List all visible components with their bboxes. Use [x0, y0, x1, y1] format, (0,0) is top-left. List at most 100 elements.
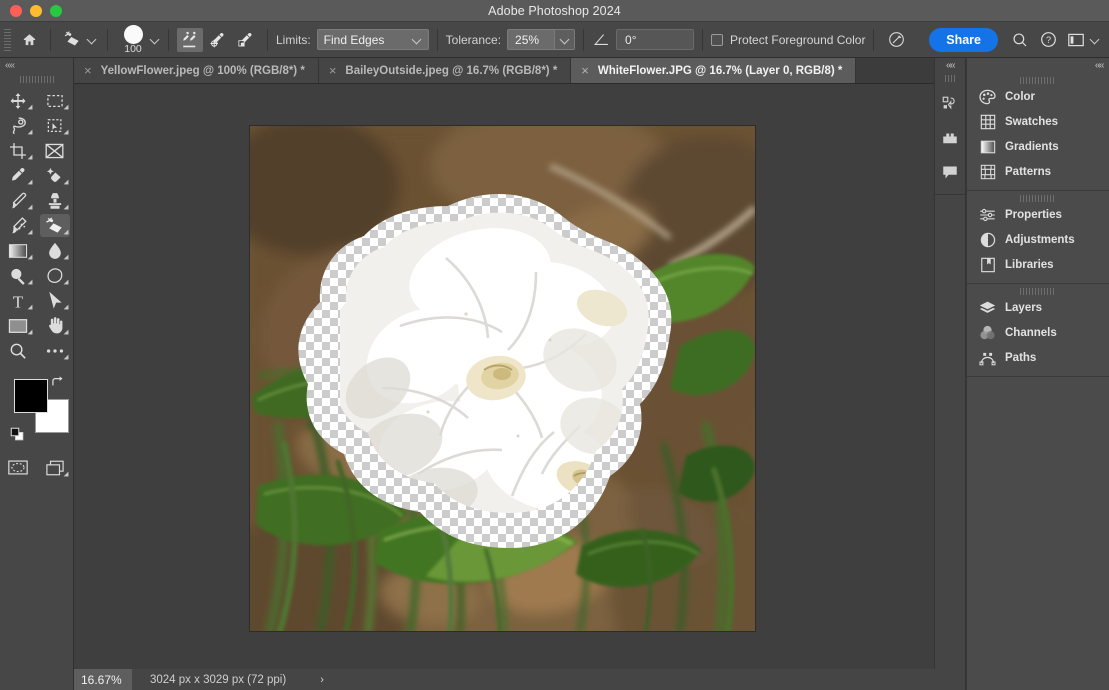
panel-item-color[interactable]: Color: [967, 84, 1109, 109]
tool-blur[interactable]: [37, 238, 74, 263]
toolbox-collapse-button[interactable]: ««: [0, 58, 73, 72]
rail-collapse-button[interactable]: ««: [935, 58, 965, 73]
panel-item-paths[interactable]: Paths: [967, 345, 1109, 370]
document-tab-whiteflower[interactable]: × WhiteFlower.JPG @ 16.7% (Layer 0, RGB/…: [571, 58, 856, 83]
active-tool-preset-picker[interactable]: [59, 29, 99, 50]
angle-control: 0°: [592, 29, 694, 50]
brush-size-picker[interactable]: 100: [116, 25, 160, 55]
panel-item-gradients[interactable]: Gradients: [967, 134, 1109, 159]
tool-object-selection[interactable]: [37, 113, 74, 138]
tool-dodge[interactable]: [0, 263, 37, 288]
document-info-expand-icon[interactable]: ›: [320, 674, 324, 686]
history-panel-rail-button[interactable]: [935, 87, 965, 121]
quick-mask-mode-button[interactable]: [0, 455, 37, 480]
sampling-mode-group: [177, 28, 259, 52]
panel-item-properties[interactable]: Properties: [967, 202, 1109, 227]
image-canvas[interactable]: [250, 126, 755, 631]
frame-tool-icon: [40, 139, 70, 162]
panel-item-label: Paths: [1005, 352, 1036, 364]
tool-preset-chevron-down-icon[interactable]: [87, 35, 97, 45]
protect-foreground-color-control[interactable]: Protect Foreground Color: [711, 33, 865, 47]
close-window-button[interactable]: [10, 5, 22, 17]
tool-spot-healing-brush[interactable]: [37, 163, 74, 188]
comments-panel-rail-button[interactable]: [935, 155, 965, 189]
tool-clone-stamp[interactable]: [37, 188, 74, 213]
sampling-once-button[interactable]: [205, 28, 231, 52]
foreground-color-swatch[interactable]: [14, 379, 48, 413]
panel-group-grip[interactable]: [967, 284, 1109, 295]
document-tab-label: BaileyOutside.jpeg @ 16.7% (RGB/8*) *: [345, 65, 557, 77]
libraries-book-icon: [979, 256, 996, 273]
workspace-switcher-button[interactable]: [1062, 27, 1090, 53]
tool-frame[interactable]: [37, 138, 74, 163]
angle-input[interactable]: 0°: [616, 29, 694, 50]
tool-type[interactable]: T: [0, 288, 37, 313]
panel-group-grip[interactable]: [967, 73, 1109, 84]
panel-item-channels[interactable]: Channels: [967, 320, 1109, 345]
svg-text:?: ?: [1045, 35, 1050, 45]
tool-history-brush[interactable]: [0, 213, 37, 238]
sampling-background-swatch-button[interactable]: [233, 28, 259, 52]
tool-brush[interactable]: [0, 188, 37, 213]
tool-rectangle-shape[interactable]: [0, 313, 37, 338]
zoom-level-field[interactable]: 16.67%: [74, 669, 132, 690]
help-button[interactable]: ?: [1034, 27, 1062, 53]
close-icon[interactable]: ×: [329, 64, 337, 77]
tool-move[interactable]: [0, 88, 37, 113]
home-button[interactable]: [16, 28, 42, 52]
panel-item-label: Channels: [1005, 327, 1057, 339]
options-bar-grip[interactable]: [3, 29, 12, 51]
share-button[interactable]: Share: [929, 28, 998, 52]
document-tab-yellowflower[interactable]: × YellowFlower.jpeg @ 100% (RGB/8*) *: [74, 58, 319, 83]
tool-crop[interactable]: [0, 138, 37, 163]
tool-hand[interactable]: [37, 313, 74, 338]
protect-foreground-checkbox[interactable]: [711, 34, 723, 46]
document-canvas-area[interactable]: [74, 84, 958, 669]
toolbox-grip[interactable]: [14, 74, 59, 84]
sampling-continuous-button[interactable]: [177, 28, 203, 52]
tool-eraser[interactable]: [37, 213, 74, 238]
panel-item-label: Libraries: [1005, 259, 1054, 271]
workspace-chevron-down-icon[interactable]: [1090, 35, 1100, 45]
rail-grip[interactable]: [943, 74, 957, 83]
panel-item-libraries[interactable]: Libraries: [967, 252, 1109, 277]
default-colors-button[interactable]: [10, 427, 25, 447]
tool-path-selection[interactable]: [37, 288, 74, 313]
tool-zoom[interactable]: [0, 338, 37, 363]
separator: [873, 29, 874, 51]
color-swatches: [0, 373, 73, 451]
minimize-window-button[interactable]: [30, 5, 42, 17]
screen-mode-button[interactable]: [37, 455, 74, 480]
brush-chevron-down-icon[interactable]: [150, 35, 160, 45]
panel-item-adjustments[interactable]: Adjustments: [967, 227, 1109, 252]
close-icon[interactable]: ×: [581, 64, 589, 77]
swap-colors-icon: [50, 375, 65, 390]
maximize-window-button[interactable]: [50, 5, 62, 17]
tool-pen[interactable]: [37, 263, 74, 288]
comment-bubble-icon: [941, 164, 959, 181]
tool-rectangular-marquee[interactable]: [37, 88, 74, 113]
search-button[interactable]: [1006, 27, 1034, 53]
limits-select[interactable]: Find Edges: [317, 29, 429, 50]
limits-value: Find Edges: [324, 33, 385, 47]
tool-gradient[interactable]: [0, 238, 37, 263]
brush-preview-icon: [124, 25, 143, 44]
document-info[interactable]: 3024 px x 3029 px (72 ppi) ›: [132, 674, 324, 686]
document-tab-baileyoutside[interactable]: × BaileyOutside.jpeg @ 16.7% (RGB/8*) *: [319, 58, 571, 83]
panel-item-swatches[interactable]: Swatches: [967, 109, 1109, 134]
tablet-pressure-size-button[interactable]: [882, 27, 910, 53]
toolbox-mode-buttons: [0, 455, 73, 480]
panel-group-grip[interactable]: [967, 191, 1109, 202]
search-icon: [1011, 31, 1029, 49]
actions-panel-rail-button[interactable]: [935, 121, 965, 155]
swap-colors-button[interactable]: [50, 375, 65, 395]
tool-eyedropper[interactable]: [0, 163, 37, 188]
tool-edit-toolbar[interactable]: [37, 338, 74, 363]
tool-lasso[interactable]: [0, 113, 37, 138]
close-icon[interactable]: ×: [84, 64, 92, 77]
panels-collapse-button[interactable]: ««: [967, 58, 1109, 73]
panel-item-layers[interactable]: Layers: [967, 295, 1109, 320]
tolerance-stepper[interactable]: [555, 29, 575, 50]
tolerance-input[interactable]: 25%: [507, 29, 555, 50]
panel-item-patterns[interactable]: Patterns: [967, 159, 1109, 184]
